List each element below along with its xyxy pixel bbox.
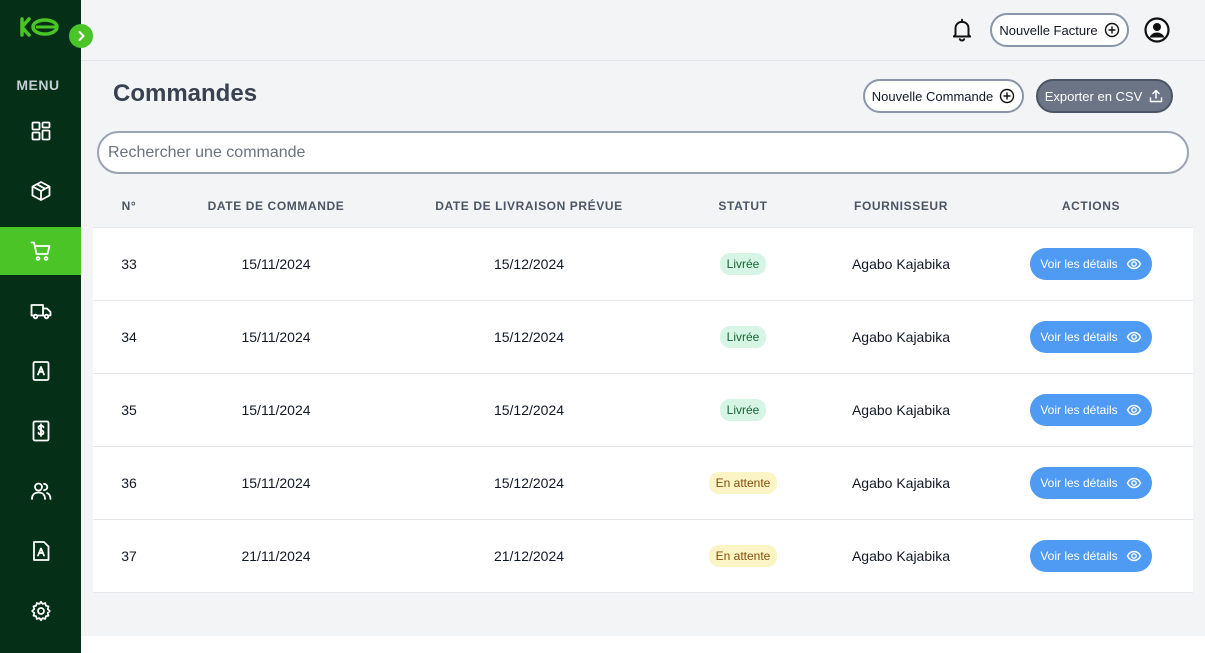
table-row: 37 21/11/2024 21/12/2024 En attente Agab… xyxy=(93,520,1193,593)
view-details-button[interactable]: Voir les détails xyxy=(1030,248,1152,280)
status-badge: Livrée xyxy=(719,253,767,275)
eye-icon xyxy=(1126,477,1141,489)
export-csv-label: Exporter en CSV xyxy=(1044,88,1143,104)
eye-icon xyxy=(1126,331,1141,343)
sidebar-item-orders[interactable] xyxy=(0,227,81,275)
plus-circle-icon xyxy=(1000,88,1015,104)
sidebar-item-dashboard[interactable] xyxy=(0,107,81,155)
table-row: 36 15/11/2024 15/12/2024 En attente Agab… xyxy=(93,447,1193,520)
view-details-button[interactable]: Voir les détails xyxy=(1030,467,1152,499)
supplier-name: Agabo Kajabika xyxy=(851,402,951,418)
view-details-label: Voir les détails xyxy=(1040,549,1118,563)
delivery-date: 15/12/2024 xyxy=(493,256,565,272)
supplier-name: Agabo Kajabika xyxy=(851,475,951,491)
eye-icon xyxy=(1126,258,1141,270)
bell-icon[interactable] xyxy=(949,17,975,43)
user-avatar-icon[interactable] xyxy=(1144,17,1170,43)
logo xyxy=(20,17,59,37)
status-badge: En attente xyxy=(708,545,778,567)
chevron-right-icon xyxy=(78,31,85,41)
document-icon xyxy=(32,541,49,561)
footer-strip xyxy=(81,636,1205,653)
column-header-number: N° xyxy=(121,199,137,213)
status-badge: Livrée xyxy=(719,399,767,421)
sidebar-item-users[interactable] xyxy=(0,467,81,515)
column-header-delivery-date: DATE DE LIVRAISON PRÉVUE xyxy=(435,199,623,213)
table-row: 35 15/11/2024 15/12/2024 Livrée Agabo Ka… xyxy=(93,374,1193,447)
column-header-actions: ACTIONS xyxy=(1061,199,1121,213)
upload-icon xyxy=(1150,89,1163,103)
order-number: 34 xyxy=(121,329,137,345)
order-date: 15/11/2024 xyxy=(241,402,311,418)
order-number: 35 xyxy=(121,402,137,418)
box-icon xyxy=(31,181,50,201)
new-order-button[interactable]: Nouvelle Commande xyxy=(863,79,1024,113)
order-date: 15/11/2024 xyxy=(241,329,311,345)
contact-book-icon xyxy=(32,361,49,381)
gear-icon xyxy=(30,600,51,622)
status-badge: En attente xyxy=(708,472,778,494)
view-details-label: Voir les détails xyxy=(1040,403,1118,417)
column-header-status: STATUT xyxy=(718,199,768,213)
sidebar-item-contacts[interactable] xyxy=(0,347,81,395)
delivery-date: 15/12/2024 xyxy=(493,402,565,418)
new-invoice-label: Nouvelle Facture xyxy=(999,22,1098,38)
view-details-button[interactable]: Voir les détails xyxy=(1030,540,1152,572)
order-number: 33 xyxy=(121,256,137,272)
plus-circle-icon xyxy=(1104,22,1119,38)
truck-icon xyxy=(30,304,51,320)
order-number: 36 xyxy=(121,475,137,491)
delivery-date: 15/12/2024 xyxy=(493,329,565,345)
eye-icon xyxy=(1126,404,1141,416)
column-header-order-date: DATE DE COMMANDE xyxy=(207,199,345,213)
table-row: 34 15/11/2024 15/12/2024 Livrée Agabo Ka… xyxy=(93,301,1193,374)
order-date: 21/11/2024 xyxy=(241,548,311,564)
new-invoice-button[interactable]: Nouvelle Facture xyxy=(990,13,1129,47)
invoice-dollar-icon xyxy=(32,420,49,442)
sidebar-item-products[interactable] xyxy=(0,167,81,215)
new-order-label: Nouvelle Commande xyxy=(871,88,994,104)
users-icon xyxy=(30,482,51,500)
delivery-date: 21/12/2024 xyxy=(493,548,565,564)
supplier-name: Agabo Kajabika xyxy=(851,548,951,564)
status-badge: Livrée xyxy=(719,326,767,348)
sidebar-expand-button[interactable] xyxy=(69,24,93,48)
orders-table-body: 33 15/11/2024 15/12/2024 Livrée Agabo Ka… xyxy=(93,227,1193,593)
sidebar-item-documents[interactable] xyxy=(0,527,81,575)
eye-icon xyxy=(1126,550,1141,562)
order-number: 37 xyxy=(121,548,137,564)
sidebar: MENU xyxy=(0,0,81,653)
view-details-label: Voir les détails xyxy=(1040,257,1118,271)
view-details-button[interactable]: Voir les détails xyxy=(1030,394,1152,426)
cart-icon xyxy=(30,241,50,261)
sidebar-item-deliveries[interactable] xyxy=(0,287,81,335)
order-date: 15/11/2024 xyxy=(241,475,311,491)
view-details-label: Voir les détails xyxy=(1040,330,1118,344)
dashboard-icon xyxy=(31,121,50,141)
order-date: 15/11/2024 xyxy=(241,256,311,272)
table-row: 33 15/11/2024 15/12/2024 Livrée Agabo Ka… xyxy=(93,228,1193,301)
sidebar-item-settings[interactable] xyxy=(0,587,81,635)
view-details-button[interactable]: Voir les détails xyxy=(1030,321,1152,353)
delivery-date: 15/12/2024 xyxy=(493,475,565,491)
search-input[interactable] xyxy=(97,131,1189,174)
view-details-label: Voir les détails xyxy=(1040,476,1118,490)
export-csv-button[interactable]: Exporter en CSV xyxy=(1036,79,1173,113)
page-title: Commandes xyxy=(113,80,258,107)
column-header-supplier: FOURNISSEUR xyxy=(854,199,948,213)
table-header: N° DATE DE COMMANDE DATE DE LIVRAISON PR… xyxy=(93,186,1193,226)
supplier-name: Agabo Kajabika xyxy=(851,329,951,345)
sidebar-item-finance[interactable] xyxy=(0,407,81,455)
supplier-name: Agabo Kajabika xyxy=(851,256,951,272)
menu-label: MENU xyxy=(16,77,60,93)
